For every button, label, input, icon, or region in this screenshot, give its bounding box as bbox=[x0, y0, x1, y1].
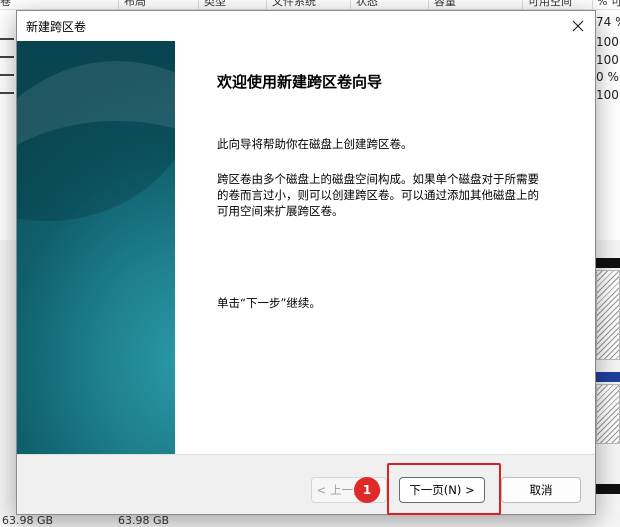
wizard-footer: < 上一步(B) 下一页(N) > 取消 1 bbox=[17, 454, 595, 515]
column-layout[interactable]: 布局 bbox=[124, 0, 194, 8]
unallocated-partition[interactable] bbox=[596, 384, 620, 444]
volume-row-icon bbox=[0, 74, 14, 76]
new-spanned-volume-wizard: 新建跨区卷 欢迎使用新建跨区卷向导 此向导将帮助你在磁盘上创建跨区卷。 跨区卷由… bbox=[16, 10, 596, 515]
step-number-badge: 1 bbox=[354, 477, 380, 503]
column-divider[interactable] bbox=[428, 0, 429, 10]
column-divider[interactable] bbox=[266, 0, 267, 10]
next-button[interactable]: 下一页(N) > bbox=[399, 477, 485, 503]
cancel-button[interactable]: 取消 bbox=[501, 477, 581, 503]
percent-free-value: 100 bbox=[596, 35, 619, 49]
column-free-space[interactable]: 可用空间 bbox=[528, 0, 590, 8]
wizard-heading: 欢迎使用新建跨区卷向导 bbox=[217, 73, 383, 91]
volume-row-icon bbox=[0, 38, 14, 40]
volume-row-icon bbox=[0, 92, 14, 94]
wizard-continue-text: 单击“下一步”继续。 bbox=[217, 296, 321, 310]
column-percent-free[interactable]: % 可 bbox=[597, 0, 620, 8]
column-status[interactable]: 状态 bbox=[356, 0, 406, 8]
unallocated-partition[interactable] bbox=[596, 270, 620, 360]
volume-row-icon bbox=[0, 56, 14, 58]
column-divider[interactable] bbox=[522, 0, 523, 10]
percent-free-value: 74 % bbox=[596, 15, 620, 29]
disk-size-value: 63.98 GB bbox=[2, 514, 54, 527]
dialog-title: 新建跨区卷 bbox=[26, 20, 87, 34]
column-divider[interactable] bbox=[350, 0, 351, 10]
column-filesystem[interactable]: 文件系统 bbox=[272, 0, 350, 8]
column-capacity[interactable]: 容量 bbox=[434, 0, 514, 8]
percent-free-column: 74 % 100 100 0 % 100 bbox=[596, 10, 620, 240]
disk-size-value: 63.98 GB bbox=[118, 514, 170, 527]
percent-free-value: 0 % bbox=[596, 70, 619, 84]
banner-decoration bbox=[17, 61, 175, 401]
close-button[interactable] bbox=[567, 15, 589, 37]
column-divider[interactable] bbox=[198, 0, 199, 10]
column-divider[interactable] bbox=[118, 0, 119, 10]
percent-free-value: 100 bbox=[596, 88, 619, 102]
wizard-content: 欢迎使用新建跨区卷向导 此向导将帮助你在磁盘上创建跨区卷。 跨区卷由多个磁盘上的… bbox=[175, 41, 595, 454]
dialog-titlebar[interactable]: 新建跨区卷 bbox=[17, 11, 595, 40]
disk-size-row: 63.98 GB 63.98 GB bbox=[0, 514, 620, 527]
percent-free-value: 100 bbox=[596, 53, 619, 67]
wizard-description-text: 跨区卷由多个磁盘上的磁盘空间构成。如果单个磁盘对于所需要 的卷而言过小，则可以创… bbox=[217, 172, 539, 218]
disk-partition-bar[interactable] bbox=[596, 258, 620, 268]
volume-list-header: 卷 布局 类型 文件系统 状态 容量 可用空间 % 可 bbox=[0, 0, 620, 10]
wizard-intro-text: 此向导将帮助你在磁盘上创建跨区卷。 bbox=[217, 137, 413, 151]
column-divider[interactable] bbox=[592, 0, 593, 10]
column-type[interactable]: 类型 bbox=[204, 0, 264, 8]
column-volume[interactable]: 卷 bbox=[0, 0, 16, 8]
wizard-banner-image bbox=[17, 41, 175, 454]
close-icon bbox=[572, 20, 584, 32]
disk-partition-bar[interactable] bbox=[596, 372, 620, 382]
disk-partition-bar[interactable] bbox=[596, 484, 620, 494]
